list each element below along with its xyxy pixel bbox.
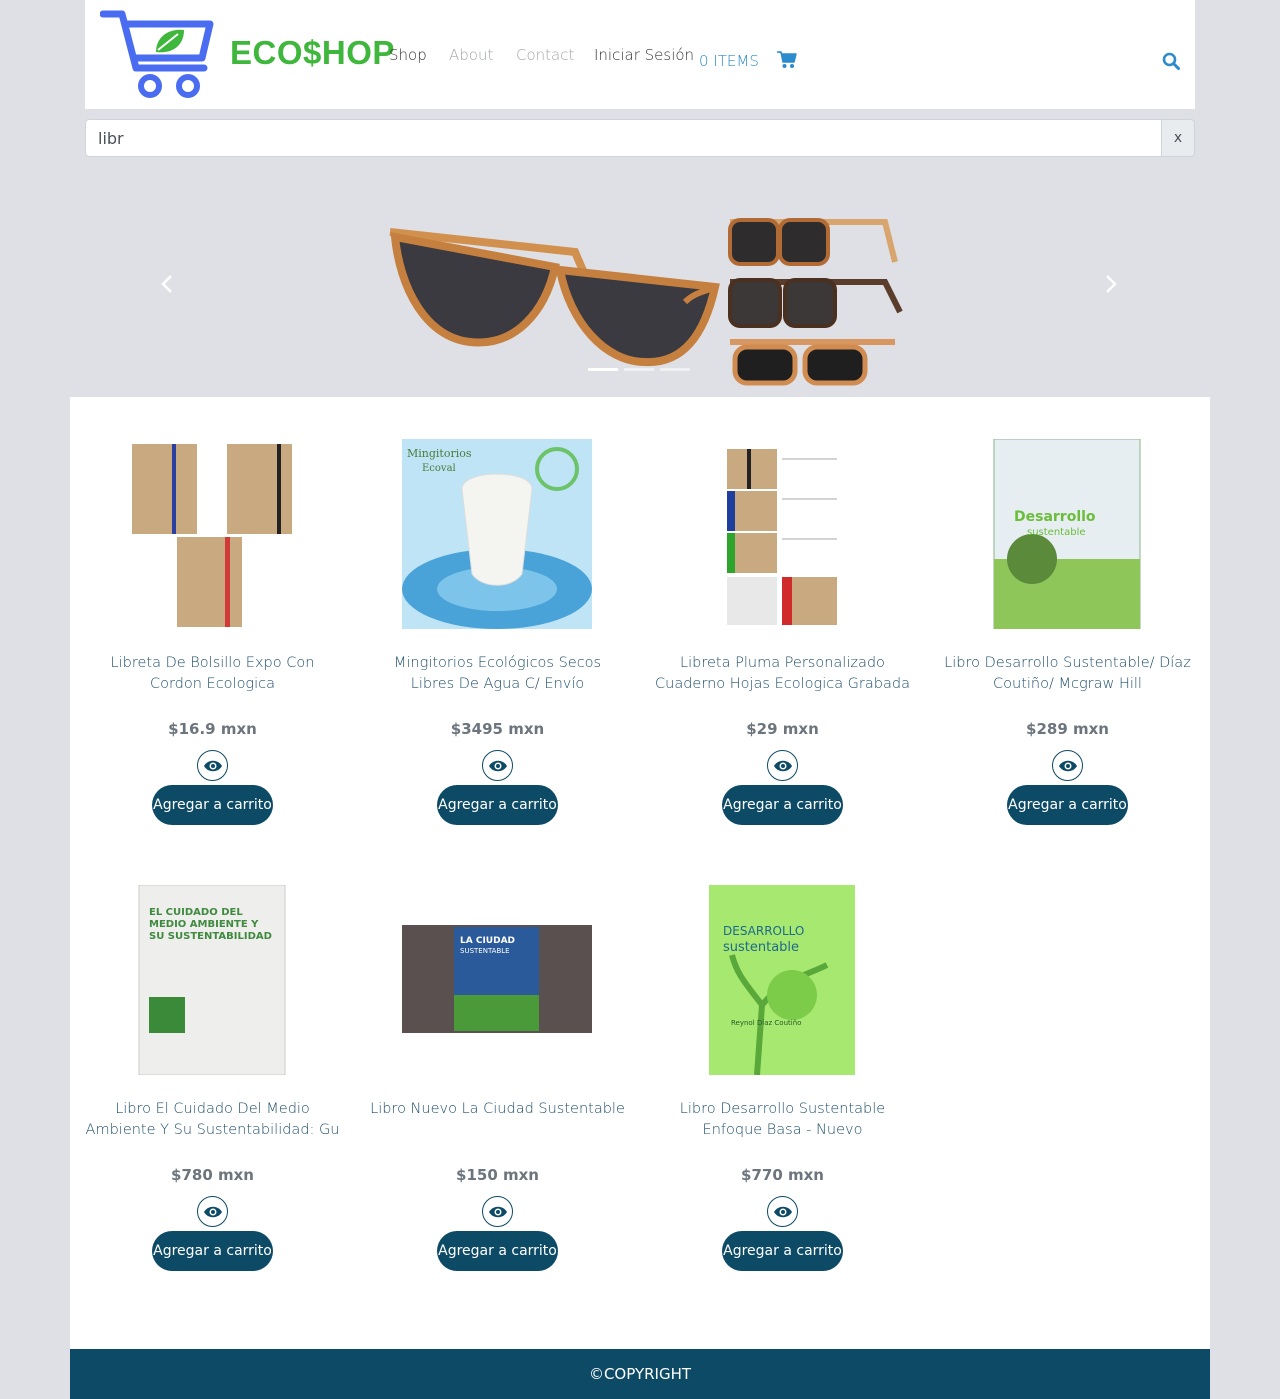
product-name[interactable]: Libro Nuevo La Ciudad Sustentable	[370, 1099, 625, 1120]
add-to-cart-button[interactable]: Agregar a carrito	[152, 1231, 273, 1271]
search-input[interactable]	[85, 119, 1162, 157]
product-price: $770 mxn	[741, 1166, 824, 1184]
nav-contact[interactable]: Contact	[516, 46, 574, 64]
image-label: SUSTENTABLE	[460, 947, 510, 955]
image-label: sustentable	[1027, 527, 1086, 538]
product-image[interactable]: DESARROLLO sustentable Reynol Díaz Couti…	[687, 885, 877, 1075]
nav-shop[interactable]: Shop	[389, 46, 427, 64]
product-price: $3495 mxn	[450, 720, 545, 738]
logo[interactable]: ECO$HOP	[99, 6, 394, 102]
view-details-button[interactable]	[1052, 750, 1083, 781]
product-image[interactable]: Mingitorios Ecoval	[402, 439, 592, 629]
product-card: Desarrollo sustentable Libro Desarrollo …	[925, 397, 1210, 843]
product-image[interactable]	[687, 439, 877, 629]
product-image[interactable]	[117, 439, 307, 629]
carousel-sunglasses-image	[389, 218, 903, 386]
footer: ©COPYRIGHT	[70, 1349, 1210, 1399]
view-details-button[interactable]	[767, 1196, 798, 1227]
logo-text: ECO$HOP	[230, 34, 395, 71]
image-label: Desarrollo	[1014, 509, 1096, 525]
copyright-text: ©COPYRIGHT	[588, 1365, 692, 1383]
add-to-cart-button[interactable]: Agregar a carrito	[722, 1231, 843, 1271]
eye-icon	[203, 760, 222, 771]
eye-icon	[488, 1206, 507, 1217]
carousel	[85, 176, 1195, 386]
carousel-indicator-3[interactable]	[660, 368, 690, 371]
product-card: Libreta Pluma Personalizado Cuaderno Hoj…	[640, 397, 925, 843]
urinal-image: Mingitorios Ecoval	[402, 439, 592, 629]
eye-icon	[203, 1206, 222, 1217]
carousel-prev-icon[interactable]	[159, 274, 175, 294]
product-price: $150 mxn	[456, 1166, 539, 1184]
eye-icon	[773, 760, 792, 771]
book-photo-image: LA CIUDAD SUSTENTABLE	[402, 925, 592, 1033]
eye-icon	[1058, 760, 1077, 771]
product-price: $16.9 mxn	[168, 720, 257, 738]
add-to-cart-button[interactable]: Agregar a carrito	[437, 1231, 558, 1271]
view-details-button[interactable]	[197, 1196, 228, 1227]
cart-items-count[interactable]: 0 ITEMS	[699, 52, 759, 70]
image-label: Ecoval	[422, 463, 456, 474]
shopping-cart-logo-icon	[99, 10, 214, 98]
product-card: LA CIUDAD SUSTENTABLE Libro Nuevo La Ciu…	[355, 843, 640, 1289]
nav-about[interactable]: About	[449, 46, 493, 64]
product-image[interactable]: EL CUIDADO DEL MEDIO AMBIENTE Y SU SUSTE…	[117, 885, 307, 1075]
image-label: Mingitorios	[407, 447, 472, 460]
product-name[interactable]: Libro Desarrollo Sustentable Enfoque Bas…	[655, 1099, 910, 1141]
book-cover-image: DESARROLLO sustentable Reynol Díaz Couti…	[709, 885, 855, 1075]
navbar: ECO$HOP Shop About Contact Iniciar Sesió…	[85, 0, 1195, 109]
product-card: Mingitorios Ecoval Mingitorios Ecológico…	[355, 397, 640, 843]
eye-icon	[773, 1206, 792, 1217]
view-details-button[interactable]	[197, 750, 228, 781]
search-icon[interactable]	[1162, 52, 1180, 70]
product-price: $29 mxn	[746, 720, 819, 738]
search-bar: x	[85, 119, 1195, 157]
view-details-button[interactable]	[767, 750, 798, 781]
image-label: SU SUSTENTABILIDAD	[149, 931, 272, 942]
notebook-image	[132, 444, 292, 627]
product-name[interactable]: Libro El Cuidado Del Medio Ambiente Y Su…	[85, 1099, 340, 1141]
image-label: Reynol Díaz Coutiño	[731, 1019, 801, 1027]
product-image[interactable]: LA CIUDAD SUSTENTABLE	[402, 885, 592, 1075]
product-name[interactable]: Libro Desarrollo Sustentable/ Díaz Couti…	[940, 653, 1195, 695]
product-price: $780 mxn	[171, 1166, 254, 1184]
product-card: Libreta De Bolsillo Expo Con Cordon Ecol…	[70, 397, 355, 843]
carousel-next-icon[interactable]	[1103, 274, 1119, 294]
book-cover-image: EL CUIDADO DEL MEDIO AMBIENTE Y SU SUSTE…	[138, 885, 286, 1075]
image-label: sustentable	[723, 940, 799, 955]
product-card: EL CUIDADO DEL MEDIO AMBIENTE Y SU SUSTE…	[70, 843, 355, 1289]
product-name[interactable]: Mingitorios Ecológicos Secos Libres De A…	[370, 653, 625, 695]
product-name[interactable]: Libreta De Bolsillo Expo Con Cordon Ecol…	[85, 653, 340, 695]
carousel-indicator-1[interactable]	[588, 368, 618, 371]
add-to-cart-button[interactable]: Agregar a carrito	[152, 785, 273, 825]
product-card: DESARROLLO sustentable Reynol Díaz Couti…	[640, 843, 925, 1289]
notebook-pen-image	[722, 439, 842, 629]
product-name[interactable]: Libreta Pluma Personalizado Cuaderno Hoj…	[655, 653, 910, 695]
image-label: LA CIUDAD	[460, 936, 515, 946]
carousel-indicator-2[interactable]	[624, 368, 654, 371]
product-price: $289 mxn	[1026, 720, 1109, 738]
view-details-button[interactable]	[482, 750, 513, 781]
nav-login[interactable]: Iniciar Sesión	[594, 46, 694, 64]
product-grid: Libreta De Bolsillo Expo Con Cordon Ecol…	[70, 397, 1210, 1349]
add-to-cart-button[interactable]: Agregar a carrito	[1007, 785, 1128, 825]
search-clear-button[interactable]: x	[1161, 119, 1195, 157]
image-label: MEDIO AMBIENTE Y	[149, 919, 259, 930]
image-label: DESARROLLO	[723, 924, 804, 938]
add-to-cart-button[interactable]: Agregar a carrito	[722, 785, 843, 825]
eye-icon	[488, 760, 507, 771]
view-details-button[interactable]	[482, 1196, 513, 1227]
product-image[interactable]: Desarrollo sustentable	[972, 439, 1162, 629]
book-cover-image: Desarrollo sustentable	[993, 439, 1141, 629]
image-label: EL CUIDADO DEL	[149, 907, 243, 918]
cart-icon[interactable]	[777, 51, 797, 69]
add-to-cart-button[interactable]: Agregar a carrito	[437, 785, 558, 825]
